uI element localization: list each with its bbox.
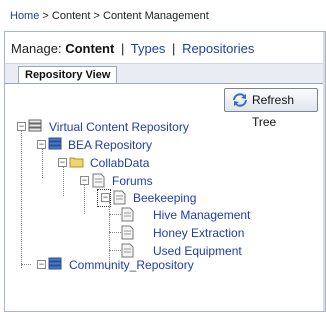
repository-icon xyxy=(48,257,62,270)
breadcrumb-separator: > xyxy=(93,10,100,22)
breadcrumb: Home > Content > Content Management xyxy=(10,10,209,22)
breadcrumb-separator: > xyxy=(42,10,49,22)
tab-strip: Repository View xyxy=(5,63,325,84)
tree-node-label: Hive Management xyxy=(153,208,251,222)
tree-node-label: Honey Extraction xyxy=(153,226,245,240)
manage-current: Content xyxy=(65,41,115,56)
tree-connector xyxy=(21,130,22,268)
refresh-icon xyxy=(233,93,247,107)
collapse-toggle[interactable]: − xyxy=(37,260,46,269)
collapse-toggle[interactable]: − xyxy=(101,193,110,202)
panel-scrollbar[interactable] xyxy=(323,32,325,311)
document-icon xyxy=(121,207,134,222)
repository-icon xyxy=(48,137,62,150)
tree-node-label: Virtual Content Repository xyxy=(49,120,189,134)
document-icon xyxy=(113,190,126,205)
tree-node-label: BEA Repository xyxy=(68,138,153,152)
repository-stack-icon xyxy=(28,119,42,132)
tree-connector xyxy=(84,184,85,214)
tab-repository-view[interactable]: Repository View xyxy=(18,66,118,83)
collapse-toggle[interactable]: − xyxy=(58,158,67,167)
tree-node-label: Beekeeping xyxy=(133,191,197,205)
tree-connector xyxy=(109,232,121,233)
collapse-toggle[interactable]: − xyxy=(80,176,89,185)
document-icon xyxy=(121,243,134,258)
tree-node-label: Used Equipment xyxy=(153,244,242,258)
tree-node-label: Community_Repository xyxy=(69,258,194,272)
breadcrumb-home-link[interactable]: Home xyxy=(10,10,39,22)
repositories-link[interactable]: Repositories xyxy=(182,41,254,56)
types-link[interactable]: Types xyxy=(131,41,166,56)
refresh-tree-button[interactable]: Refresh Tree xyxy=(224,88,318,129)
collapse-toggle[interactable]: − xyxy=(37,140,46,149)
tree-node-label: CollabData xyxy=(90,156,150,170)
collapse-toggle[interactable]: − xyxy=(17,122,26,131)
breadcrumb-content: Content xyxy=(51,10,91,22)
refresh-tree-label: Refresh Tree xyxy=(252,93,295,129)
manage-separator: | xyxy=(172,41,176,56)
content-management-panel: Manage: Content | Types | Repositories R… xyxy=(4,31,326,312)
document-icon xyxy=(92,173,105,188)
manage-nav: Manage: Content | Types | Repositories xyxy=(11,41,254,56)
document-icon xyxy=(121,225,134,240)
folder-icon xyxy=(69,157,84,168)
manage-separator: | xyxy=(120,41,125,56)
tree-connector xyxy=(42,148,43,178)
manage-label: Manage: xyxy=(11,41,62,56)
tree-connector xyxy=(63,166,64,196)
tree-connector xyxy=(21,264,31,265)
tree-connector xyxy=(109,214,121,215)
tree-connector xyxy=(109,250,121,251)
breadcrumb-current: Content Management xyxy=(103,10,209,22)
tree-node-label: Forums xyxy=(112,174,153,188)
